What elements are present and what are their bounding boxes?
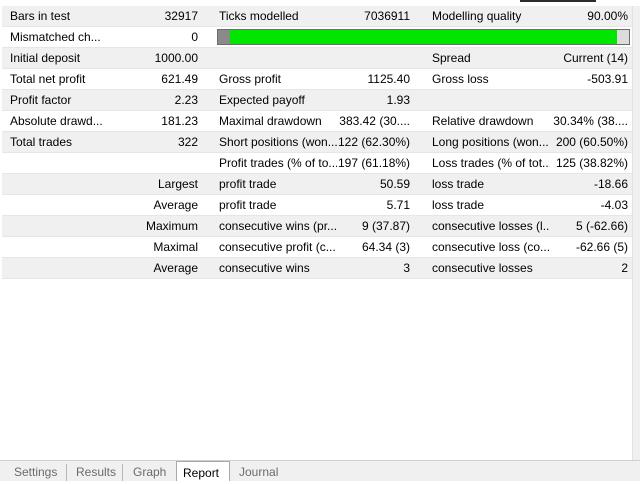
profit-factor-label: Profit factor <box>10 93 72 107</box>
initial-deposit-label: Initial deposit <box>10 51 81 65</box>
total-net-profit-label: Total net profit <box>10 72 86 86</box>
average-consecutive-label: Average <box>153 261 198 275</box>
spread-label: Spread <box>432 51 471 65</box>
ticks-modelled-label: Ticks modelled <box>219 9 299 23</box>
gross-loss-value: -503.91 <box>587 72 628 86</box>
short-positions-label: Short positions (won... <box>219 135 337 149</box>
max-consecutive-wins-label: consecutive wins (pr... <box>219 219 337 233</box>
tab-report[interactable]: Report <box>176 461 230 481</box>
window-edge <box>520 0 596 2</box>
avg-consecutive-wins-value: 3 <box>403 261 410 275</box>
average-loss-trade-value: -4.03 <box>600 198 628 212</box>
avg-consecutive-losses-label: consecutive losses <box>432 261 533 275</box>
report-row-maximal: Maximal consecutive profit (c... 64.34 (… <box>2 237 632 258</box>
expected-payoff-value: 1.93 <box>386 93 410 107</box>
max-consecutive-wins-value: 9 (37.87) <box>361 219 410 233</box>
expected-payoff-label: Expected payoff <box>219 93 305 107</box>
loss-trades-value: 125 (38.82%) <box>555 156 628 170</box>
maximal-label: Maximal <box>153 240 198 254</box>
report-row-profit-factor: Profit factor 2.23 Expected payoff 1.93 <box>2 90 632 111</box>
report-row-profit-trades: Profit trades (% of to... 197 (61.18%) L… <box>2 153 632 174</box>
report-row-total-trades: Total trades 322 Short positions (won...… <box>2 132 632 153</box>
largest-profit-trade-value: 50.59 <box>379 177 410 191</box>
average-profit-trade-label: profit trade <box>219 198 277 212</box>
max-consecutive-losses-label: consecutive losses (l... <box>432 219 550 233</box>
largest-label: Largest <box>157 177 198 191</box>
tester-tab-bar: Settings Results Graph Report Journal <box>0 460 640 481</box>
profit-trades-label: Profit trades (% of to... <box>219 156 337 170</box>
ticks-modelled-value: 7036911 <box>364 9 410 23</box>
mismatched-value: 0 <box>191 30 198 44</box>
report-row-bars: Bars in test 32917 Ticks modelled 703691… <box>2 6 632 27</box>
max-consecutive-profit-label: consecutive profit (c... <box>219 240 336 254</box>
total-trades-label: Total trades <box>10 135 73 149</box>
modelling-quality-label: Modelling quality <box>432 9 522 23</box>
gross-profit-value: 1125.40 <box>367 72 411 86</box>
absolute-drawdown-label: Absolute drawd... <box>10 114 103 128</box>
tab-graph[interactable]: Graph <box>133 464 173 481</box>
tab-results[interactable]: Results <box>76 464 123 481</box>
loss-trades-label: Loss trades (% of tot... <box>432 156 550 170</box>
modelling-quality-bar-fill <box>218 30 617 44</box>
max-consecutive-loss-value: -62.66 (5) <box>575 240 628 254</box>
max-consecutive-profit-value: 64.34 (3) <box>361 240 410 254</box>
largest-loss-trade-label: loss trade <box>432 177 485 191</box>
maximum-label: Maximum <box>145 219 198 233</box>
spread-value: Current (14) <box>563 51 628 65</box>
absolute-drawdown-value: 181.23 <box>161 114 198 128</box>
tab-journal[interactable]: Journal <box>239 464 289 481</box>
report-row-deposit: Initial deposit 1000.00 Spread Current (… <box>2 48 632 69</box>
profit-factor-value: 2.23 <box>174 93 198 107</box>
bars-in-test-value: 32917 <box>164 9 198 23</box>
avg-consecutive-wins-label: consecutive wins <box>219 261 310 275</box>
vertical-scrollbar[interactable] <box>632 6 640 460</box>
total-trades-value: 322 <box>177 135 198 149</box>
report-row-average-trade: Average profit trade 5.71 loss trade -4.… <box>2 195 632 216</box>
max-consecutive-losses-value: 5 (-62.66) <box>575 219 628 233</box>
average-label: Average <box>153 198 198 212</box>
long-positions-value: 200 (60.50%) <box>555 135 628 149</box>
modelling-quality-bar <box>217 29 630 45</box>
average-profit-trade-value: 5.71 <box>386 198 410 212</box>
maximal-drawdown-label: Maximal drawdown <box>219 114 322 128</box>
largest-loss-trade-value: -18.66 <box>593 177 628 191</box>
avg-consecutive-losses-value: 2 <box>621 261 628 275</box>
gross-profit-label: Gross profit <box>219 72 282 86</box>
max-consecutive-loss-label: consecutive loss (co... <box>432 240 550 254</box>
bars-in-test-label: Bars in test <box>10 9 71 23</box>
report-row-drawdown: Absolute drawd... 181.23 Maximal drawdow… <box>2 111 632 132</box>
report-row-net-profit: Total net profit 621.49 Gross profit 112… <box>2 69 632 90</box>
report-row-mismatched: Mismatched ch... 0 <box>2 27 632 48</box>
relative-drawdown-label: Relative drawdown <box>432 114 534 128</box>
modelling-quality-value: 90.00% <box>587 9 628 23</box>
report-row-maximum: Maximum consecutive wins (pr... 9 (37.87… <box>2 216 632 237</box>
profit-trades-value: 197 (61.18%) <box>338 156 410 170</box>
short-positions-value: 122 (62.30%) <box>338 135 410 149</box>
average-loss-trade-label: loss trade <box>432 198 485 212</box>
report-table: Bars in test 32917 Ticks modelled 703691… <box>2 6 632 279</box>
maximal-drawdown-value: 383.42 (30.... <box>339 114 410 128</box>
long-positions-label: Long positions (won... <box>432 135 549 149</box>
initial-deposit-value: 1000.00 <box>154 51 198 65</box>
mismatched-label: Mismatched ch... <box>10 30 101 44</box>
report-row-average-consecutive: Average consecutive wins 3 consecutive l… <box>2 258 632 279</box>
largest-profit-trade-label: profit trade <box>219 177 277 191</box>
relative-drawdown-value: 30.34% (38.... <box>553 114 628 128</box>
tab-settings[interactable]: Settings <box>14 464 67 481</box>
total-net-profit-value: 621.49 <box>161 72 198 86</box>
gross-loss-label: Gross loss <box>432 72 489 86</box>
report-row-largest: Largest profit trade 50.59 loss trade -1… <box>2 174 632 195</box>
